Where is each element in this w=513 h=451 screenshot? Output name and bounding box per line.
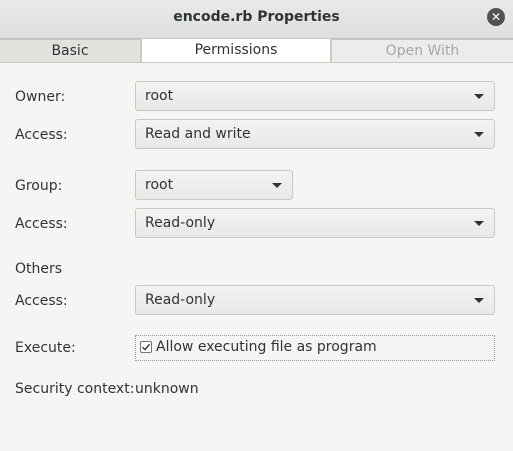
execute-checkbox-label: Allow executing file as program bbox=[156, 339, 377, 355]
chevron-down-icon bbox=[474, 132, 484, 137]
group-access-combo[interactable]: Read-only bbox=[135, 208, 495, 238]
tab-open-with[interactable]: Open With bbox=[331, 39, 513, 62]
owner-access-value: Read and write bbox=[145, 126, 251, 142]
security-context-label: Security context: bbox=[15, 381, 135, 397]
others-access-label: Access: bbox=[15, 293, 68, 309]
others-access-value: Read-only bbox=[145, 292, 216, 308]
group-label: Group: bbox=[15, 178, 63, 194]
execute-label: Execute: bbox=[15, 340, 76, 356]
security-context-value: unknown bbox=[135, 381, 199, 397]
window-title: encode.rb Properties bbox=[173, 9, 340, 25]
others-access-combo[interactable]: Read-only bbox=[135, 285, 495, 315]
execute-checkbox[interactable] bbox=[140, 341, 152, 353]
chevron-down-icon bbox=[474, 298, 484, 303]
owner-value: root bbox=[145, 88, 174, 104]
properties-window: encode.rb Properties ✕ Basic Permissions… bbox=[0, 0, 513, 451]
tab-basic[interactable]: Basic bbox=[0, 39, 141, 62]
close-button[interactable]: ✕ bbox=[487, 8, 505, 26]
owner-label: Owner: bbox=[15, 89, 66, 105]
owner-combo[interactable]: root bbox=[135, 81, 495, 111]
execute-checkbox-row[interactable]: Allow executing file as program bbox=[135, 335, 495, 361]
group-access-value: Read-only bbox=[145, 215, 216, 231]
group-value: root bbox=[145, 177, 174, 193]
title-bar: encode.rb Properties ✕ bbox=[0, 0, 513, 39]
group-combo[interactable]: root bbox=[135, 170, 293, 200]
chevron-down-icon bbox=[474, 94, 484, 99]
check-icon bbox=[142, 343, 151, 351]
others-heading: Others bbox=[15, 261, 63, 277]
tab-bar: Basic Permissions Open With bbox=[0, 38, 513, 63]
owner-access-combo[interactable]: Read and write bbox=[135, 119, 495, 149]
chevron-down-icon bbox=[474, 221, 484, 226]
group-access-label: Access: bbox=[15, 216, 68, 232]
chevron-down-icon bbox=[272, 183, 282, 188]
close-icon: ✕ bbox=[490, 10, 502, 24]
owner-access-label: Access: bbox=[15, 127, 68, 143]
tab-permissions[interactable]: Permissions bbox=[141, 38, 331, 62]
